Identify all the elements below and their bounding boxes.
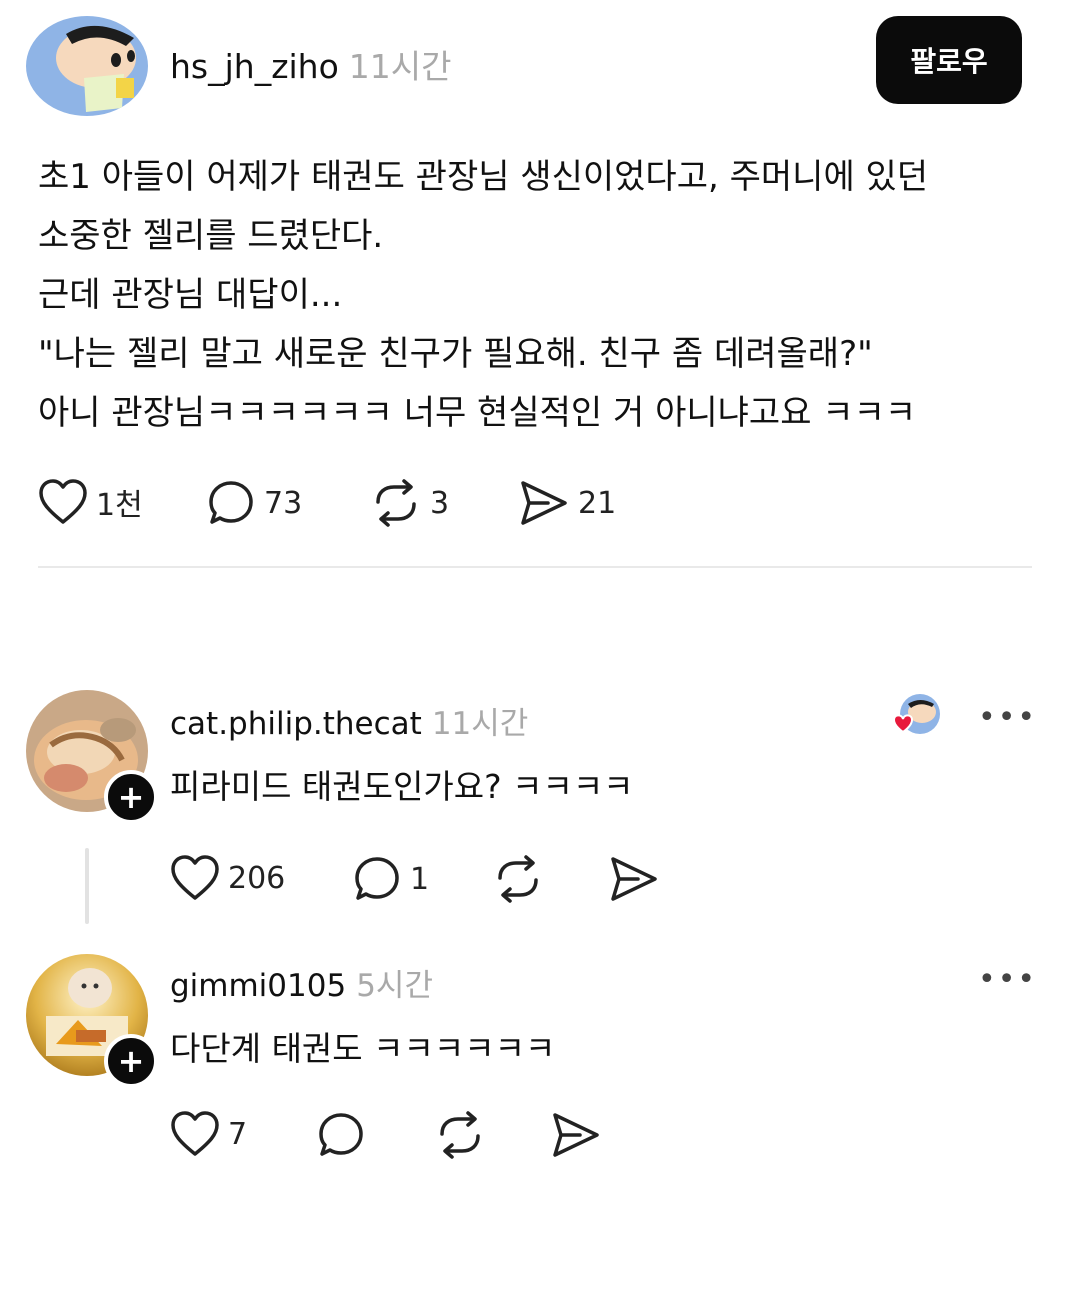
send-icon bbox=[550, 1110, 602, 1160]
comment-author: gimmi0105 5시간 bbox=[170, 960, 433, 1005]
post-text-line: 초1 아들이 어제가 태권도 관장님 생신이었다고, 주머니에 있던 bbox=[38, 157, 929, 197]
heart-icon bbox=[170, 1110, 220, 1158]
post-comment-count: 73 bbox=[264, 485, 303, 521]
send-icon bbox=[608, 854, 660, 904]
post-text-line: 소중한 젤리를 드렸단다. bbox=[38, 216, 384, 256]
author-liked-avatar bbox=[892, 692, 940, 738]
post-author: hs_jh_ziho 11시간 bbox=[170, 40, 452, 88]
comment-username[interactable]: gimmi0105 bbox=[170, 968, 346, 1004]
comment-share-button[interactable] bbox=[608, 854, 660, 904]
post-share-button[interactable]: 21 bbox=[518, 478, 616, 528]
post-text-line: 아니 관장님ㅋㅋㅋㅋㅋㅋ 너무 현실적인 거 아니냐고요 ㅋㅋㅋ bbox=[38, 393, 917, 433]
post-username[interactable]: hs_jh_ziho bbox=[170, 47, 339, 86]
comment-text: 다단계 태권도 ㅋㅋㅋㅋㅋㅋ bbox=[170, 1029, 556, 1068]
more-dots-icon[interactable]: ••• bbox=[978, 962, 1037, 997]
comment-text: 피라미드 태권도인가요? ㅋㅋㅋㅋ bbox=[170, 767, 634, 806]
comment-share-button[interactable] bbox=[550, 1110, 602, 1160]
comment-author: cat.philip.thecat 11시간 bbox=[170, 698, 528, 743]
repost-icon bbox=[370, 478, 422, 528]
post-body: 초1 아들이 어제가 태권도 관장님 생신이었다고, 주머니에 있던 소중한 젤… bbox=[38, 148, 1038, 443]
comment-bubble-icon bbox=[352, 854, 402, 904]
post-repost-button[interactable]: 3 bbox=[370, 478, 449, 528]
comment-like-button[interactable]: 206 bbox=[170, 854, 285, 902]
follow-plus-icon[interactable]: + bbox=[104, 1034, 158, 1088]
post-repost-count: 3 bbox=[430, 485, 450, 521]
heart-icon bbox=[38, 478, 88, 526]
post-divider bbox=[38, 566, 1032, 568]
comment-like-count: 7 bbox=[228, 1116, 248, 1152]
more-dots-icon[interactable]: ••• bbox=[978, 700, 1037, 735]
comment-like-button[interactable]: 7 bbox=[170, 1110, 247, 1158]
post-share-count: 21 bbox=[578, 485, 617, 521]
send-icon bbox=[518, 478, 570, 528]
comment-like-count: 206 bbox=[228, 860, 286, 896]
follow-button[interactable]: 팔로우 bbox=[876, 16, 1022, 104]
post-time: 11시간 bbox=[348, 47, 452, 86]
comment-username[interactable]: cat.philip.thecat bbox=[170, 706, 422, 742]
comment-reply-button[interactable]: 1 bbox=[352, 854, 429, 904]
comment-reply-button[interactable] bbox=[316, 1110, 366, 1160]
post-text-line: 근데 관장님 대답이... bbox=[38, 275, 343, 315]
post-like-button[interactable]: 1천 bbox=[38, 478, 143, 526]
post-text-line: "나는 젤리 말고 새로운 친구가 필요해. 친구 좀 데려올래?" bbox=[38, 334, 873, 374]
follow-plus-icon[interactable]: + bbox=[104, 770, 158, 824]
repost-icon bbox=[434, 1110, 486, 1160]
comment-bubble-icon bbox=[206, 478, 256, 528]
comment-time: 5시간 bbox=[356, 968, 433, 1004]
comment-repost-button[interactable] bbox=[492, 854, 544, 904]
comment-bubble-icon bbox=[316, 1110, 366, 1160]
thread-post-screen: hs_jh_ziho 11시간 팔로우 초1 아들이 어제가 태권도 관장님 생… bbox=[0, 0, 1080, 1291]
thread-line bbox=[85, 848, 89, 924]
comment-time: 11시간 bbox=[431, 706, 529, 742]
heart-icon bbox=[170, 854, 220, 902]
comment-reply-count: 1 bbox=[410, 861, 430, 897]
post-comment-button[interactable]: 73 bbox=[206, 478, 302, 528]
post-author-avatar[interactable] bbox=[26, 16, 148, 116]
post-like-count: 1천 bbox=[96, 488, 143, 523]
comment-repost-button[interactable] bbox=[434, 1110, 486, 1160]
repost-icon bbox=[492, 854, 544, 904]
